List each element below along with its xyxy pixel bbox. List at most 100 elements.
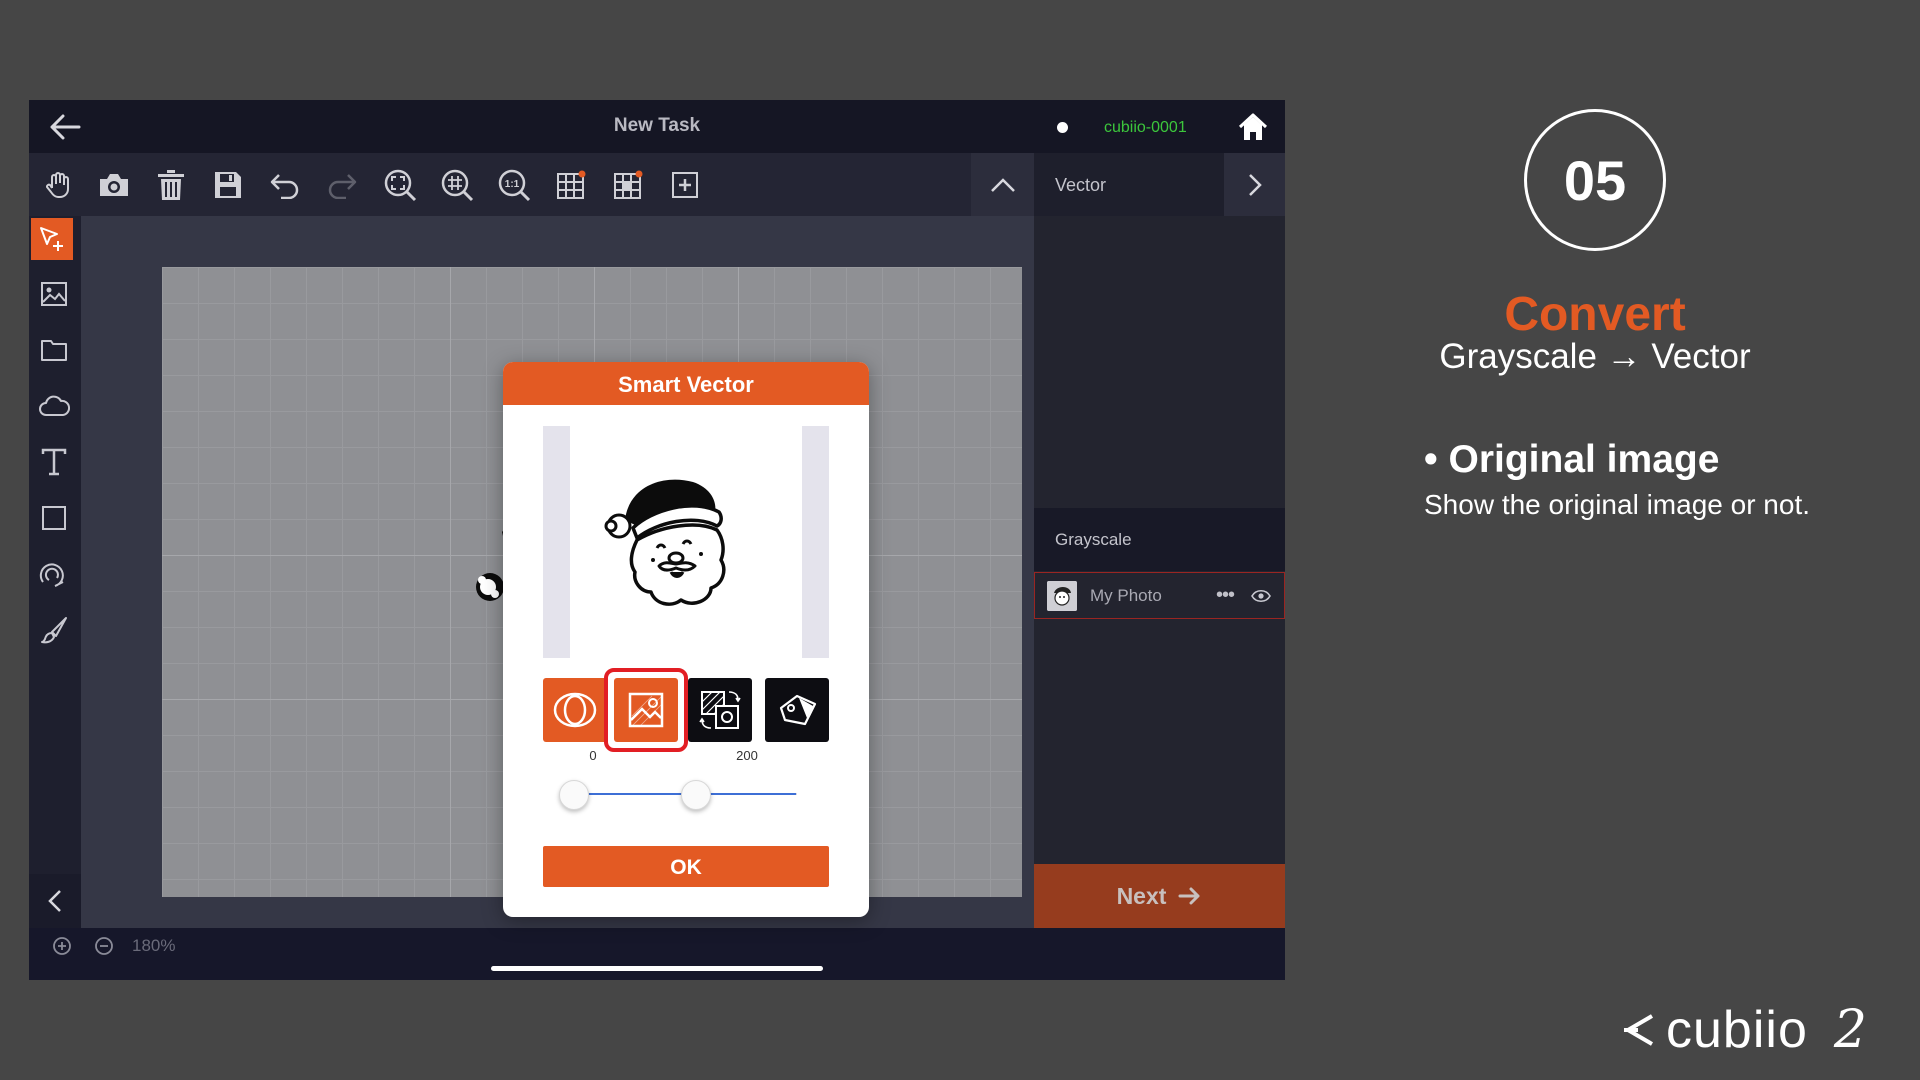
grid-settings-button[interactable] (608, 165, 648, 205)
rectangle-icon (42, 506, 66, 530)
cubiio-logo-icon (1624, 1014, 1654, 1046)
tutorial-bullet-text: Show the original image or not. (1424, 489, 1810, 520)
home-icon (1238, 113, 1268, 140)
folder-tool-button[interactable] (31, 328, 77, 372)
next-button[interactable]: Next (1034, 864, 1285, 928)
zoom-grid-button[interactable] (437, 165, 477, 205)
zoom-actual-icon: 1:1 (498, 169, 531, 202)
zoom-actual-button[interactable]: 1:1 (494, 165, 534, 205)
layer-row[interactable]: My Photo ••• (1034, 572, 1285, 619)
vector-preview (543, 426, 829, 658)
outline-mode-button[interactable] (543, 678, 607, 742)
text-icon (41, 448, 67, 476)
layer-thumbnail (1047, 581, 1077, 611)
cloud-tool-button[interactable] (31, 384, 77, 428)
add-icon (672, 172, 698, 198)
arrow-right-icon (1178, 887, 1200, 905)
camera-button[interactable] (94, 165, 134, 205)
range-low-label: 0 (589, 748, 597, 763)
arrow-left-icon (50, 114, 81, 140)
brand-version: 2 (1833, 1000, 1867, 1060)
zoom-in-button[interactable] (51, 935, 75, 959)
step-number: 05 (1563, 149, 1627, 212)
grid-icon (557, 170, 586, 199)
erase-tag-button[interactable] (765, 678, 829, 742)
rectangle-tool-button[interactable] (31, 496, 77, 540)
undo-icon (270, 174, 299, 199)
svg-text:1:1: 1:1 (505, 179, 520, 190)
save-icon (215, 172, 241, 198)
hand-icon (46, 172, 69, 198)
brand-name: cubiio (1666, 1001, 1808, 1059)
back-button[interactable] (47, 110, 83, 144)
panel-forward-button[interactable] (1224, 153, 1285, 216)
pan-tool-button[interactable] (38, 165, 78, 205)
spiral-tool-button[interactable] (31, 552, 77, 596)
redo-button[interactable] (322, 165, 362, 205)
eye-icon (1251, 589, 1271, 603)
brush-tool-button[interactable] (31, 608, 77, 652)
zoom-fit-button[interactable] (380, 165, 420, 205)
range-slider-low-handle[interactable] (559, 780, 589, 810)
dialog-header: Smart Vector (503, 362, 869, 405)
next-button-label: Next (1116, 882, 1167, 909)
preview-side-bar (543, 426, 570, 658)
vector-panel-header: Vector (1034, 153, 1285, 216)
folder-icon (41, 340, 67, 361)
zoom-out-button[interactable] (93, 935, 117, 959)
zoom-out-icon (95, 937, 113, 955)
collapse-toolbar-button[interactable] (971, 153, 1034, 216)
home-indicator[interactable] (491, 966, 823, 971)
smart-vector-dialog: Smart Vector 0 200 OK (503, 362, 869, 917)
delete-button[interactable] (151, 165, 191, 205)
collapse-sidebar-button[interactable] (29, 874, 81, 928)
ok-button-label: OK (670, 856, 702, 879)
preview-side-bar (802, 426, 829, 658)
save-button[interactable] (208, 165, 248, 205)
toolbar: 1:1 (29, 153, 971, 216)
chevron-right-icon (1248, 173, 1262, 196)
zoom-grid-icon (441, 169, 474, 202)
original-image-icon (628, 692, 664, 728)
swap-layers-button[interactable] (688, 678, 752, 742)
zoom-fit-icon (384, 169, 417, 202)
spiral-icon (39, 563, 64, 587)
status-bar: 180% (29, 928, 1285, 980)
image-tool-button[interactable] (31, 272, 77, 316)
tutorial-bullet-title: • Original image (1424, 438, 1720, 481)
left-sidebar (29, 216, 81, 928)
grayscale-layers-header: Grayscale (1034, 508, 1285, 571)
chevron-left-icon (48, 890, 61, 912)
title-bar: New Task cubiio-0001 (29, 100, 1285, 153)
grayscale-layers-title: Grayscale (1055, 530, 1132, 549)
redo-icon (328, 174, 357, 199)
range-slider-high-handle[interactable] (681, 780, 712, 810)
camera-icon (100, 174, 128, 196)
device-name[interactable]: cubiio-0001 (1104, 119, 1187, 137)
add-button[interactable] (665, 165, 705, 205)
zoom-in-icon (53, 937, 71, 955)
select-add-tool-button[interactable] (31, 218, 73, 260)
home-button[interactable] (1237, 112, 1269, 142)
santa-preview-image (604, 479, 726, 606)
cloud-icon (39, 395, 70, 416)
text-tool-button[interactable] (31, 440, 77, 484)
tutorial-subheading: Grayscale → Vector (1439, 337, 1751, 376)
grid-settings-icon (614, 170, 643, 199)
tutorial-heading: Convert (1504, 288, 1686, 341)
trash-icon (158, 170, 184, 200)
chevron-up-icon (990, 177, 1015, 192)
select-add-icon (40, 227, 63, 251)
app-title: New Task (613, 115, 701, 136)
brand-logo: cubiio 2 (1622, 1000, 1867, 1060)
outline-mode-icon (553, 692, 597, 728)
erase-tag-icon (779, 694, 817, 726)
undo-button[interactable] (265, 165, 305, 205)
layer-more-button[interactable]: ••• (1212, 581, 1238, 609)
image-icon (41, 282, 67, 306)
original-image-toggle-button[interactable] (614, 678, 678, 742)
ok-button[interactable]: OK (543, 846, 829, 887)
range-high-label: 200 (736, 748, 758, 763)
grid-button[interactable] (551, 165, 591, 205)
layer-visibility-button[interactable] (1249, 584, 1273, 608)
